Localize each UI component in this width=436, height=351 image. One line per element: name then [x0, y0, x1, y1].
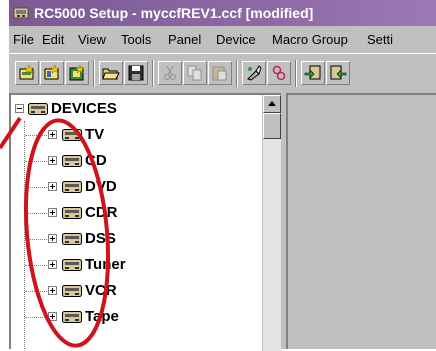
tree-line [25, 265, 49, 266]
new-panel-button[interactable] [40, 61, 64, 85]
tree-item-label: DSS [85, 230, 116, 247]
menu-file[interactable]: File [13, 26, 34, 53]
device-tree[interactable]: DEVICES TV CD DVD CDR DSS Tuner VCR Tape [9, 93, 281, 351]
download-button[interactable] [301, 61, 325, 85]
open-icon [102, 68, 120, 80]
device-icon [62, 233, 82, 245]
menu-panel[interactable]: Panel [168, 26, 201, 53]
menu-macro-group[interactable]: Macro Group [272, 26, 348, 53]
tree-item-dss[interactable]: DSS [11, 227, 261, 251]
app-window: RC5000 Setup - myccfREV1.ccf [modified] … [9, 0, 436, 351]
toolbar-separator [295, 60, 297, 87]
expand-icon[interactable] [48, 234, 57, 243]
tree-item-tape[interactable]: Tape [11, 305, 261, 329]
device-icon [62, 181, 82, 193]
device-icon [62, 207, 82, 219]
download-icon [304, 65, 321, 80]
collapse-icon[interactable] [15, 104, 24, 113]
scroll-thumb[interactable] [263, 113, 281, 139]
new-frame-button[interactable] [65, 61, 89, 85]
learn-icon [247, 65, 262, 81]
window-title: RC5000 Setup - myccfREV1.ccf [modified] [34, 5, 314, 21]
new-panel-icon [44, 64, 60, 80]
open-button[interactable] [99, 61, 123, 85]
tree-item-label: TV [85, 126, 105, 143]
toolbar [9, 53, 436, 93]
new-device-button[interactable] [15, 61, 39, 85]
expand-icon[interactable] [48, 286, 57, 295]
device-icon [62, 259, 82, 271]
tree-item-label: DVD [85, 178, 117, 195]
panel-workspace[interactable] [286, 93, 436, 349]
rc5000-button[interactable] [267, 61, 291, 85]
expand-icon[interactable] [48, 156, 57, 165]
device-icon [62, 311, 82, 323]
toolbar-separator [93, 60, 95, 87]
tree-item-cdr[interactable]: CDR [11, 201, 261, 225]
tree-item-cd[interactable]: CD [11, 149, 261, 173]
toolbar-separator [236, 60, 238, 87]
tree-scrollbar[interactable] [262, 95, 281, 351]
new-device-icon [19, 64, 34, 80]
save-icon [128, 65, 144, 81]
tree-line [25, 161, 49, 162]
copy-button[interactable] [183, 61, 207, 85]
tree-line [25, 291, 49, 292]
tree-line [25, 317, 49, 318]
tree-item-tuner[interactable]: Tuner [11, 253, 261, 277]
tree-line [25, 239, 49, 240]
tree-item-label: CD [85, 152, 107, 169]
upload-icon [330, 65, 347, 80]
menu-settings[interactable]: Setti [367, 26, 393, 53]
device-icon [62, 285, 82, 297]
scroll-up-button[interactable] [263, 95, 281, 113]
paste-button[interactable] [208, 61, 232, 85]
expand-icon[interactable] [48, 312, 57, 321]
expand-icon[interactable] [48, 130, 57, 139]
tree-item-label: VCR [85, 282, 117, 299]
rc5000-icon [272, 65, 286, 81]
title-bar[interactable]: RC5000 Setup - myccfREV1.ccf [modified] [9, 0, 436, 26]
menu-edit[interactable]: Edit [42, 26, 64, 53]
cut-icon [164, 65, 176, 80]
tree-item-vcr[interactable]: VCR [11, 279, 261, 303]
expand-icon[interactable] [48, 260, 57, 269]
menu-device[interactable]: Device [216, 26, 256, 53]
menu-tools[interactable]: Tools [121, 26, 151, 53]
tree-root-devices[interactable]: DEVICES [11, 97, 261, 121]
tree-line [25, 187, 49, 188]
tree-item-label: Tape [85, 308, 119, 325]
upload-button[interactable] [326, 61, 350, 85]
cut-button[interactable] [158, 61, 182, 85]
tree-line [25, 135, 49, 136]
toolbar-separator [152, 60, 154, 87]
new-frame-icon [69, 64, 85, 81]
copy-icon [187, 65, 202, 81]
device-icon [62, 155, 82, 167]
menu-view[interactable]: View [78, 26, 106, 53]
tree-root-label: DEVICES [51, 100, 117, 117]
tree-item-dvd[interactable]: DVD [11, 175, 261, 199]
devices-folder-icon [28, 103, 48, 115]
learn-button[interactable] [242, 61, 266, 85]
tree-item-label: Tuner [85, 256, 126, 273]
tree-item-label: CDR [85, 204, 118, 221]
app-icon [13, 7, 29, 19]
tree-line [25, 213, 49, 214]
menu-bar: File Edit View Tools Panel Device Macro … [9, 26, 436, 53]
paste-icon [212, 66, 227, 81]
tree-item-tv[interactable]: TV [11, 123, 261, 147]
device-icon [62, 129, 82, 141]
expand-icon[interactable] [48, 182, 57, 191]
save-button[interactable] [124, 61, 148, 85]
expand-icon[interactable] [48, 208, 57, 217]
